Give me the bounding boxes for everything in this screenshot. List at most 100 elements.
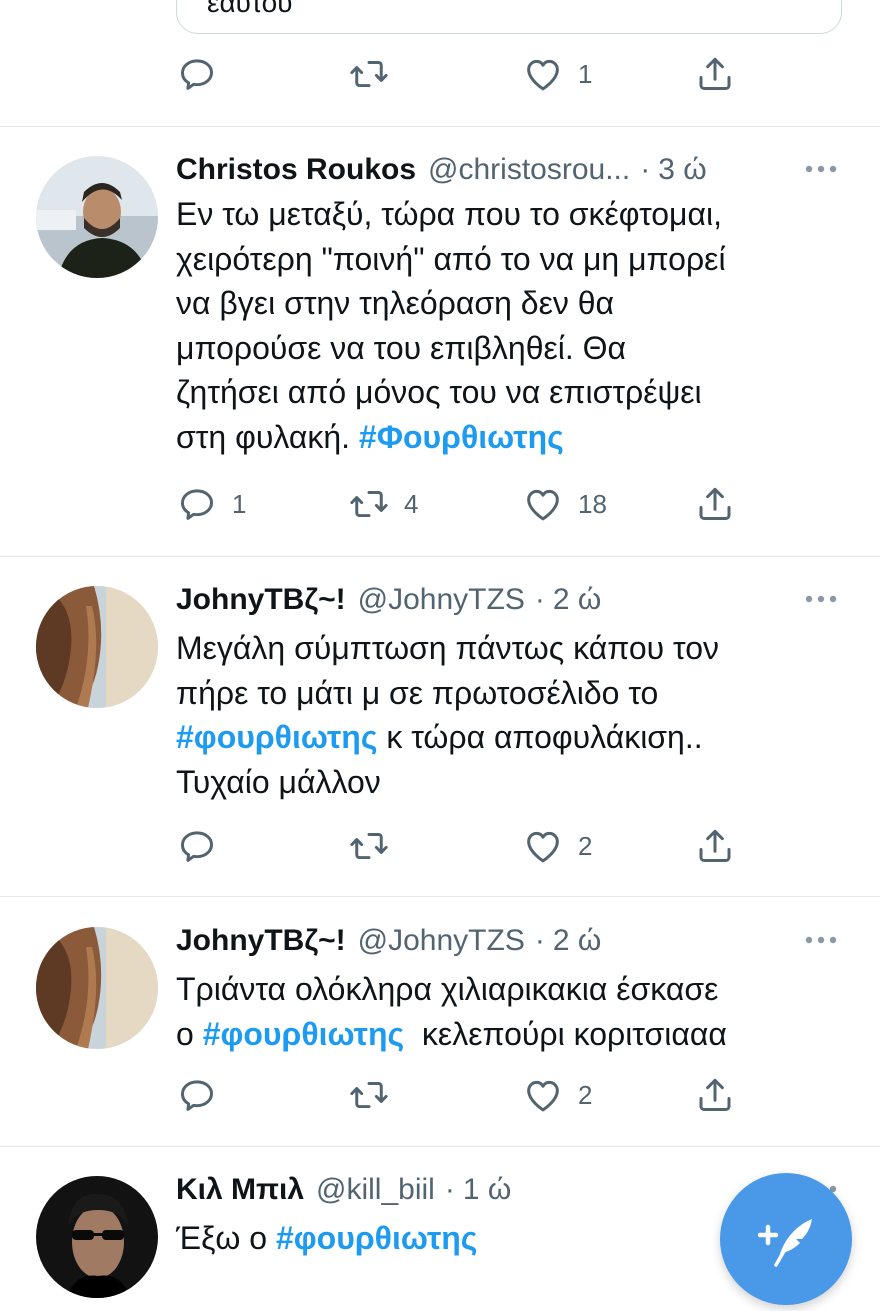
retweet-button[interactable]: [348, 50, 390, 98]
tweet-text: Εν τω μεταξύ, τώρα που το σκέφτομαι, χει…: [176, 192, 846, 459]
like-button[interactable]: 1: [522, 50, 592, 98]
tweet-header: JohnyTBζ~! @JohnyTZS · 2 ώ: [176, 580, 601, 620]
tweet-header: Christos Roukos @christosrou... · 3 ώ: [176, 150, 707, 190]
tweet-text: Μεγάλη σύμπτωση πάντως κάπου τον πήρε το…: [176, 626, 846, 804]
hashtag-link[interactable]: #φουρθιωτης: [176, 719, 377, 755]
share-icon: [694, 53, 736, 95]
timestamp[interactable]: 2 ώ: [553, 583, 601, 617]
timestamp[interactable]: 3 ώ: [658, 153, 706, 187]
divider: [0, 556, 880, 557]
tweet-text-line: Μεγάλη σύμπτωση πάντως κάπου τον: [176, 630, 719, 666]
share-button[interactable]: [694, 480, 736, 528]
tweet-header: Κιλ Μπιλ @kill_biil · 1 ώ: [176, 1170, 511, 1210]
like-button[interactable]: 2: [522, 1071, 592, 1119]
text: ο: [176, 1015, 203, 1052]
retweet-icon: [348, 825, 390, 867]
tweet-text-line: Τυχαίο μάλλον: [176, 763, 381, 800]
avatar[interactable]: [36, 156, 158, 278]
tweet[interactable]: Christos Roukos @christosrou... · 3 ώ Εν…: [0, 150, 880, 556]
share-icon: [694, 1074, 736, 1116]
like-count: 18: [578, 488, 607, 519]
tweet-actions: 1 4 18: [176, 480, 776, 528]
display-name[interactable]: JohnyTBζ~!: [176, 583, 346, 617]
divider: [0, 1146, 880, 1147]
tweet-actions: 1: [176, 50, 776, 98]
tweet-text-line: #φουρθιωτης κ τώρα αποφυλάκιση..: [176, 715, 846, 760]
like-button[interactable]: 2: [522, 822, 592, 870]
timestamp[interactable]: 2 ώ: [553, 924, 601, 958]
reply-count: 1: [232, 488, 247, 519]
more-icon[interactable]: [804, 927, 838, 953]
retweet-icon: [348, 483, 390, 525]
more-icon[interactable]: [804, 586, 838, 612]
tweet-text: Τριάντα ολόκληρα χιλιαρικακια έσκασε ο #…: [176, 967, 846, 1056]
text: Έξω ο: [176, 1220, 276, 1256]
tweet-text-line: στη φυλακή. #Φουρθιωτης: [176, 415, 846, 460]
display-name[interactable]: JohnyTBζ~!: [176, 924, 346, 958]
separator: ·: [640, 153, 651, 186]
tweet-text-line: μπορούσε να του επιβληθεί. Θα: [176, 329, 627, 366]
user-handle[interactable]: @JohnyTZS: [358, 583, 525, 617]
reply-button[interactable]: [176, 50, 218, 98]
tweet-header: JohnyTBζ~! @JohnyTZS · 2 ώ: [176, 921, 601, 961]
retweet-button[interactable]: [348, 1071, 390, 1119]
user-handle[interactable]: @JohnyTZS: [358, 924, 525, 958]
timestamp[interactable]: 1 ώ: [463, 1173, 511, 1207]
separator: ·: [534, 583, 545, 616]
quoted-tweet-text: εαυτού: [207, 0, 293, 18]
like-button[interactable]: 18: [522, 480, 607, 528]
reply-button[interactable]: [176, 822, 218, 870]
like-count: 2: [578, 1079, 593, 1110]
hashtag-link[interactable]: #φουρθιωτης: [203, 1016, 404, 1052]
quoted-tweet-card[interactable]: εαυτού: [176, 0, 842, 34]
tweet-text-line: να βγει στην τηλεόραση δεν θα: [176, 285, 615, 321]
avatar[interactable]: [36, 1176, 158, 1298]
reply-icon: [176, 483, 218, 525]
retweet-icon: [348, 53, 390, 95]
share-icon: [694, 483, 736, 525]
display-name[interactable]: Κιλ Μπιλ: [176, 1173, 304, 1207]
avatar[interactable]: [36, 586, 158, 708]
user-handle[interactable]: @kill_biil: [316, 1173, 435, 1207]
reply-icon: [176, 53, 218, 95]
tweet-text-line: Τριάντα ολόκληρα χιλιαρικακια έσκασε: [176, 971, 719, 1007]
tweet-text-line: ζητήσει από μόνος του να επιστρέψει: [176, 374, 702, 410]
retweet-count: 4: [404, 488, 419, 519]
retweet-button[interactable]: [348, 822, 390, 870]
share-button[interactable]: [694, 822, 736, 870]
like-icon: [522, 825, 564, 867]
separator: ·: [534, 924, 545, 957]
separator: ·: [444, 1173, 455, 1206]
share-button[interactable]: [694, 50, 736, 98]
compose-tweet-button[interactable]: [720, 1173, 852, 1305]
retweet-button[interactable]: 4: [348, 480, 418, 528]
like-icon: [522, 483, 564, 525]
tweet[interactable]: JohnyTBζ~! @JohnyTZS · 2 ώ Τριάντα ολόκλ…: [0, 921, 880, 1146]
like-icon: [522, 1074, 564, 1116]
display-name[interactable]: Christos Roukos: [176, 153, 416, 187]
share-icon: [694, 825, 736, 867]
like-icon: [522, 53, 564, 95]
reply-icon: [176, 1074, 218, 1116]
tweet-text-line: Εν τω μεταξύ, τώρα που το σκέφτομαι,: [176, 196, 722, 232]
reply-button[interactable]: 1: [176, 480, 246, 528]
tweet-actions: 2: [176, 1071, 776, 1119]
reply-icon: [176, 825, 218, 867]
divider: [0, 126, 880, 127]
more-icon[interactable]: [804, 156, 838, 182]
like-count: 2: [578, 830, 593, 861]
text: στη φυλακή.: [176, 418, 359, 455]
reply-button[interactable]: [176, 1071, 218, 1119]
divider: [0, 896, 880, 897]
user-handle[interactable]: @christosrou...: [428, 153, 630, 187]
avatar[interactable]: [36, 927, 158, 1049]
share-button[interactable]: [694, 1071, 736, 1119]
hashtag-link[interactable]: #φουρθιωτης: [276, 1220, 477, 1256]
tweet-text-line: ο #φουρθιωτης κελεπούρι κοριτσιααα: [176, 1012, 846, 1057]
compose-tweet-icon: [757, 1219, 812, 1267]
tweet-actions: 2: [176, 822, 776, 870]
hashtag-link[interactable]: #Φουρθιωτης: [359, 419, 564, 455]
tweet[interactable]: JohnyTBζ~! @JohnyTZS · 2 ώ Μεγάλη σύμπτω…: [0, 580, 880, 896]
text: κελεπούρι κοριτσιααα: [404, 1015, 727, 1052]
like-count: 1: [578, 58, 593, 89]
